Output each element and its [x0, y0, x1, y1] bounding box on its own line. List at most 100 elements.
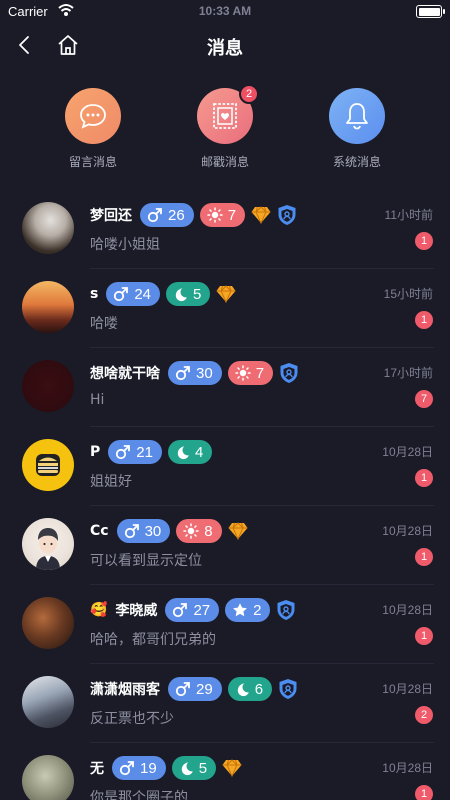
emoji: 🥰 — [90, 602, 108, 618]
user-name: 李晓威 — [115, 603, 158, 619]
unread-count-badge: 2 — [415, 706, 433, 724]
message-time: 17小时前 — [383, 366, 433, 380]
sun-level-pill: 7 — [199, 203, 246, 227]
gender-age-pill: 26 — [140, 203, 194, 227]
star-icon — [233, 603, 248, 617]
age-value: 29 — [196, 680, 213, 698]
message-time: 10月28日 — [382, 524, 433, 538]
message-preview: 你是那个圈子的 — [90, 790, 188, 800]
unread-count-badge: 1 — [415, 548, 433, 566]
avatar[interactable] — [22, 518, 74, 570]
battery-icon — [416, 5, 445, 18]
moon-icon — [237, 682, 249, 696]
category-stamps[interactable]: 2 邮戳消息 — [170, 84, 280, 170]
star-level-pill: 2 — [225, 598, 271, 622]
category-system[interactable]: 系统消息 — [302, 88, 412, 170]
sun-icon — [206, 207, 223, 223]
category-label: 系统消息 — [332, 155, 381, 169]
age-value: 21 — [136, 443, 153, 461]
avatar[interactable] — [22, 597, 74, 649]
avatar[interactable] — [22, 281, 74, 333]
sun-icon — [183, 523, 200, 539]
level-value: 2 — [253, 601, 262, 619]
avatar[interactable] — [22, 360, 74, 412]
user-info: 梦回还 26 7 — [90, 202, 297, 228]
male-icon — [175, 366, 190, 381]
message-preview: 姐姐好 — [90, 474, 132, 490]
male-icon — [147, 208, 162, 223]
chat-bubble-icon — [80, 104, 106, 129]
age-value: 19 — [140, 759, 157, 777]
message-time: 10月28日 — [382, 603, 433, 617]
stamp-icon — [213, 103, 237, 129]
avatar[interactable] — [22, 676, 74, 728]
nav-bar: 消息 — [0, 28, 450, 64]
conversation-row[interactable]: 潇潇烟雨客 29 6 10月28日 反正票也不少 2 — [0, 664, 450, 743]
unread-count-badge: 7 — [415, 390, 433, 408]
user-name: P — [90, 444, 101, 460]
avatar[interactable] — [22, 202, 74, 254]
user-info: 想啥就干啥 30 7 — [90, 360, 299, 386]
sun-level-pill: 7 — [227, 361, 274, 385]
verified-shield-icon — [277, 600, 295, 620]
message-preview: 哈哈，都哥们兄弟的 — [90, 632, 216, 648]
category-comments[interactable]: 留言消息 — [38, 88, 148, 170]
male-icon — [124, 524, 139, 539]
male-icon — [114, 287, 129, 302]
clock: 10:33 AM — [198, 4, 252, 18]
status-bar: Carrier 10:33 AM — [0, 0, 450, 24]
gender-age-pill: 24 — [106, 282, 161, 306]
user-name: 无 — [90, 761, 104, 777]
conversation-row[interactable]: 无 19 5 10月28日 你是那个圈子的 1 — [0, 743, 450, 800]
diamond-icon — [222, 759, 242, 777]
burger-avatar-icon — [36, 454, 60, 476]
age-value: 27 — [193, 601, 211, 619]
age-value: 26 — [168, 206, 185, 224]
level-value: 6 — [254, 680, 264, 698]
moon-icon — [181, 761, 193, 775]
diamond-icon — [228, 522, 248, 540]
avatar[interactable] — [22, 755, 74, 800]
user-info: Cc 30 8 — [90, 518, 248, 544]
gender-age-pill: 27 — [165, 598, 220, 622]
conversation-row[interactable]: 🥰 李晓威 27 2 10月28日 哈哈，都哥们兄弟的 1 — [0, 585, 450, 664]
conversation-row[interactable]: Cc 30 8 10月28日 可以看到显示定位 1 — [0, 506, 450, 585]
level-value: 5 — [198, 759, 208, 777]
message-preview: 哈喽小姐姐 — [90, 237, 160, 253]
moon-level-pill: 5 — [171, 756, 217, 780]
conversation-row[interactable]: 想啥就干啥 30 7 17小时前 Hi 7 — [0, 348, 450, 427]
unread-count-badge: 1 — [415, 469, 433, 487]
unread-count-badge: 1 — [415, 627, 433, 645]
user-info: 潇潇烟雨客 29 6 — [90, 676, 298, 702]
message-time: 10月28日 — [382, 761, 433, 775]
gender-age-pill: 19 — [112, 756, 166, 780]
moon-icon — [175, 287, 187, 301]
bell-icon — [346, 103, 368, 130]
verified-shield-icon — [278, 205, 296, 225]
level-value: 7 — [255, 364, 265, 382]
message-time: 15小时前 — [383, 287, 433, 301]
moon-level-pill: 5 — [166, 282, 211, 306]
sun-icon — [234, 365, 251, 381]
message-preview: Hi — [90, 392, 105, 408]
male-icon — [175, 682, 190, 697]
user-name: 想啥就干啥 — [90, 366, 160, 382]
age-value: 30 — [196, 364, 213, 382]
user-name: s — [90, 286, 99, 302]
moon-icon — [177, 445, 189, 459]
conversation-row[interactable]: 梦回还 26 7 11小时前 哈喽小姐姐 1 — [0, 190, 450, 269]
unread-badge: 2 — [239, 84, 259, 104]
user-info: 无 19 5 — [90, 755, 242, 781]
avatar[interactable] — [22, 439, 74, 491]
message-preview: 哈喽 — [90, 316, 118, 332]
male-icon — [116, 445, 131, 460]
moon-level-pill: 4 — [167, 440, 213, 464]
verified-shield-icon — [280, 363, 298, 383]
diamond-icon — [216, 285, 236, 303]
conversation-row[interactable]: P 21 4 10月28日 姐姐好 1 — [0, 427, 450, 506]
user-name: 梦回还 — [90, 208, 132, 224]
user-info: P 21 4 — [90, 439, 213, 465]
sun-level-pill: 8 — [176, 519, 222, 543]
conversation-row[interactable]: s 24 5 15小时前 哈喽 1 — [0, 269, 450, 348]
message-categories: 留言消息 2 邮戳消息 系统消息 — [0, 84, 450, 178]
